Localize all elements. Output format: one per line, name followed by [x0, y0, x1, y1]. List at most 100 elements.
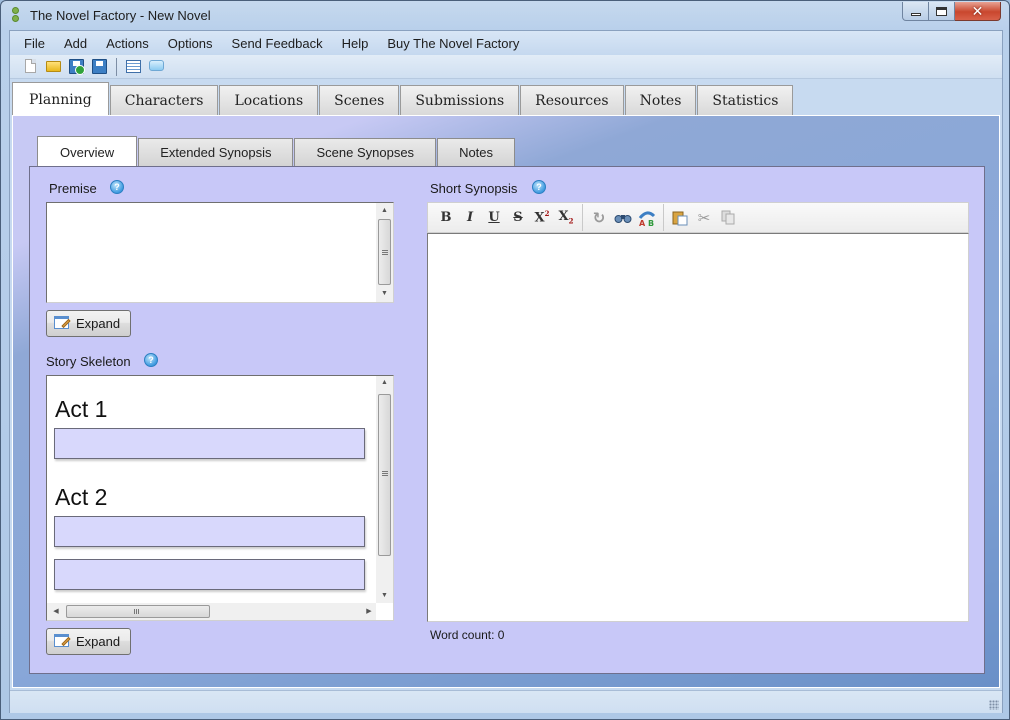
main-toolbar: [10, 55, 1002, 79]
rich-text-toolbar: B I U S X2 X2 ↻ A B ✂: [427, 202, 969, 233]
subtab-scene-synopses[interactable]: Scene Synopses: [294, 138, 437, 166]
outline-button[interactable]: [125, 58, 142, 75]
menu-add[interactable]: Add: [64, 36, 87, 51]
svg-text:B: B: [648, 219, 654, 227]
short-synopsis-label: Short Synopsis: [430, 181, 518, 196]
tab-planning[interactable]: Planning: [12, 82, 109, 116]
edit-window-icon: [54, 316, 71, 331]
scroll-left-icon[interactable]: ◀: [49, 603, 63, 620]
strikethrough-icon: S: [513, 210, 523, 225]
tab-submissions[interactable]: Submissions: [400, 85, 520, 115]
expand-label: Expand: [76, 634, 121, 649]
underline-button[interactable]: U: [482, 207, 506, 229]
subscript-button[interactable]: X2: [554, 207, 578, 229]
save-button[interactable]: [91, 58, 108, 75]
app-logo-icon: [11, 7, 21, 23]
premise-label: Premise: [49, 181, 97, 196]
subtab-overview[interactable]: Overview: [37, 136, 138, 167]
find-button[interactable]: [611, 207, 635, 229]
act-2-beat-field[interactable]: [54, 516, 365, 547]
premise-help-icon[interactable]: ?: [110, 180, 124, 194]
minimize-button[interactable]: [902, 2, 929, 21]
skeleton-expand-button[interactable]: Expand: [46, 628, 131, 655]
scroll-down-icon[interactable]: ▼: [376, 287, 393, 301]
premise-input[interactable]: ▲ ▼: [46, 202, 394, 303]
act-1-beat-field[interactable]: [54, 428, 365, 459]
close-button[interactable]: ✕: [955, 2, 1001, 21]
maximize-button[interactable]: [929, 2, 955, 21]
scrollbar-thumb[interactable]: [66, 605, 210, 618]
toolbar-separator: [116, 57, 117, 76]
menu-actions[interactable]: Actions: [106, 36, 149, 51]
tab-resources[interactable]: Resources: [520, 85, 624, 115]
menu-help[interactable]: Help: [342, 36, 369, 51]
tab-scenes[interactable]: Scenes: [319, 85, 400, 115]
menu-file[interactable]: File: [24, 36, 45, 51]
redo-icon: ↻: [592, 208, 606, 227]
replace-button[interactable]: A B: [635, 207, 659, 229]
edit-window-icon: [54, 634, 71, 649]
resize-grip-icon[interactable]: [989, 700, 999, 710]
act-title: Act 1: [55, 396, 108, 422]
premise-scrollbar[interactable]: ▲ ▼: [376, 203, 393, 302]
title-bar[interactable]: The Novel Factory - New Novel ✕: [1, 1, 1009, 30]
bold-icon: B: [440, 210, 452, 225]
act-2-beat-field[interactable]: [54, 559, 365, 590]
overview-panel: Premise ? ▲ ▼ Expand Story Skeleton ? Ac…: [29, 166, 985, 674]
story-skeleton-help-icon[interactable]: ?: [144, 353, 158, 367]
save-icon: [92, 59, 107, 74]
short-synopsis-help-icon[interactable]: ?: [532, 180, 546, 194]
menu-buy[interactable]: Buy The Novel Factory: [387, 36, 519, 51]
cut-button[interactable]: ✂: [692, 207, 716, 229]
app-window: The Novel Factory - New Novel ✕ File Add…: [0, 0, 1010, 720]
tab-characters[interactable]: Characters: [109, 85, 219, 115]
superscript-icon: X2: [534, 209, 550, 226]
window-title: The Novel Factory - New Novel: [30, 8, 211, 23]
scroll-up-icon[interactable]: ▲: [376, 204, 393, 218]
short-synopsis-editor[interactable]: [427, 233, 969, 622]
tab-locations[interactable]: Locations: [219, 85, 319, 115]
subtab-notes[interactable]: Notes: [437, 138, 516, 166]
scrollbar-thumb[interactable]: [378, 219, 391, 285]
underline-icon: U: [488, 210, 500, 225]
italic-button[interactable]: I: [458, 207, 482, 229]
strikethrough-button[interactable]: S: [506, 207, 530, 229]
binoculars-icon: [614, 214, 632, 223]
client-area: File Add Actions Options Send Feedback H…: [9, 30, 1003, 713]
open-button[interactable]: [45, 58, 62, 75]
redo-button[interactable]: ↻: [587, 207, 611, 229]
main-tab-strip: Planning Characters Locations Scenes Sub…: [12, 81, 1000, 116]
copy-button[interactable]: [716, 207, 740, 229]
comment-button[interactable]: [148, 58, 165, 75]
minimize-icon: [910, 12, 921, 16]
save-as-button[interactable]: [68, 58, 85, 75]
new-document-icon: [25, 59, 36, 73]
premise-expand-button[interactable]: Expand: [46, 310, 131, 337]
act-title: Act 2: [55, 484, 108, 510]
superscript-button[interactable]: X2: [530, 207, 554, 229]
italic-icon: I: [466, 210, 474, 225]
skeleton-horizontal-scrollbar[interactable]: ◀ ▶: [47, 603, 376, 620]
subscript-icon: X2: [558, 209, 574, 226]
scissors-icon: ✂: [697, 208, 711, 227]
menu-send-feedback[interactable]: Send Feedback: [232, 36, 323, 51]
tab-statistics[interactable]: Statistics: [697, 85, 794, 115]
tab-notes[interactable]: Notes: [624, 85, 697, 115]
word-count: Word count: 0: [430, 628, 505, 642]
scroll-up-icon[interactable]: ▲: [376, 376, 393, 390]
menu-options[interactable]: Options: [168, 36, 213, 51]
paste-icon: [672, 211, 688, 225]
new-document-button[interactable]: [22, 58, 39, 75]
skeleton-vertical-scrollbar[interactable]: ▲ ▼: [376, 376, 393, 603]
paste-button[interactable]: [668, 207, 692, 229]
scrollbar-thumb[interactable]: [378, 394, 391, 556]
subtab-extended-synopsis[interactable]: Extended Synopsis: [138, 138, 294, 166]
sub-tab-strip: Overview Extended Synopsis Scene Synopse…: [37, 136, 516, 167]
story-skeleton-list: Act 1 Act 2 ▲ ▼ ◀ ▶: [46, 375, 394, 621]
speech-bubble-icon: [149, 60, 164, 71]
save-as-icon: [69, 59, 85, 75]
scroll-down-icon[interactable]: ▼: [376, 589, 393, 603]
bold-button[interactable]: B: [434, 207, 458, 229]
scroll-right-icon[interactable]: ▶: [362, 603, 376, 620]
copy-icon: [721, 210, 735, 225]
